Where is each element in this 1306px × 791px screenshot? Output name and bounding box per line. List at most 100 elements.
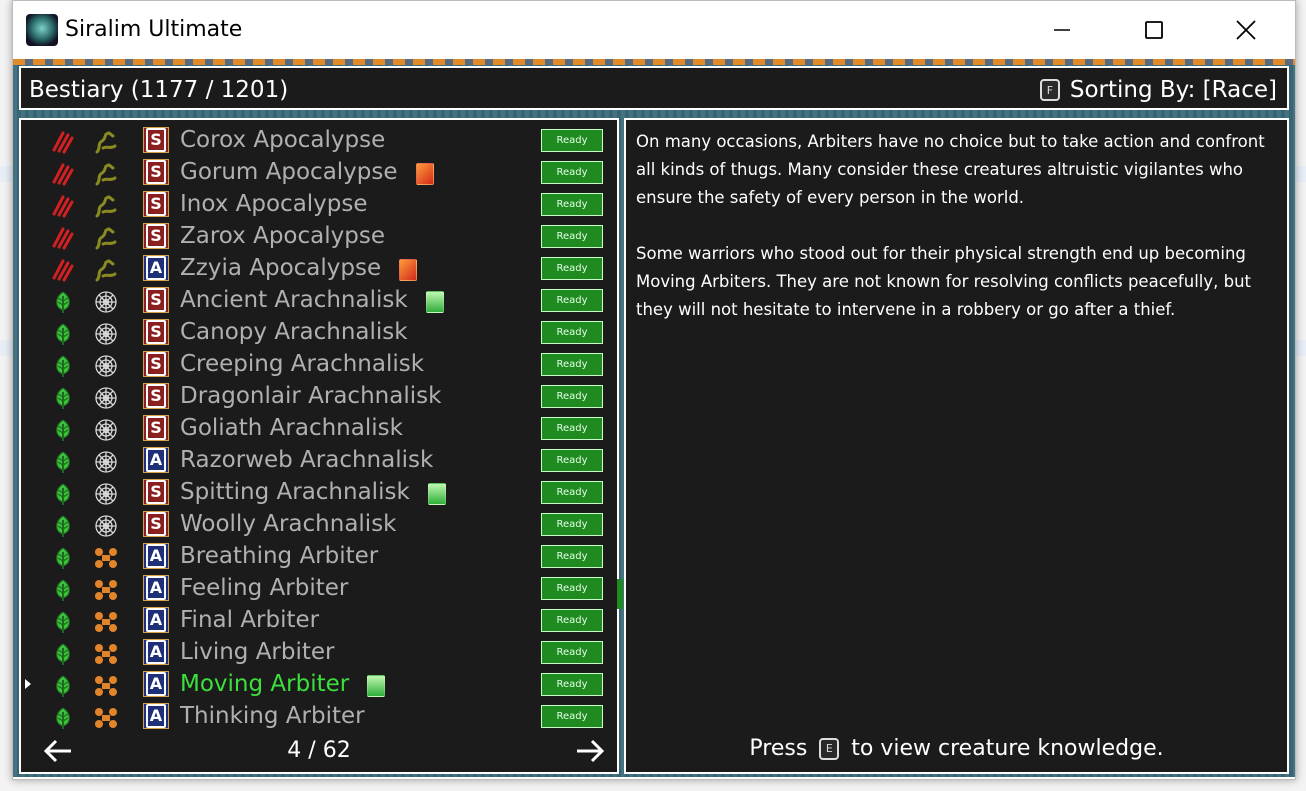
rank-letter: S [146,384,166,408]
minimize-button[interactable] [1016,1,1108,59]
creature-row[interactable]: S Ancient Arachnalisk Ready [21,285,617,317]
rank-letter: A [146,704,166,728]
creature-name: Breathing Arbiter [180,543,379,569]
claw-icon [51,194,75,218]
creature-row[interactable]: A Feeling Arbiter Ready [21,573,617,605]
creature-row[interactable]: A Razorweb Arachnalisk Ready [21,445,617,477]
bestiary-header: Bestiary (1177 / 1201) F Sorting By: [Ra… [19,66,1289,110]
upgrade-card-icon [428,483,446,505]
status-badge: Ready [541,257,603,280]
claw-icon [51,162,75,186]
key-f-icon: F [1039,79,1060,101]
leaf-icon [51,706,75,730]
rank-badge: A [143,447,169,473]
creature-row[interactable]: S Canopy Arachnalisk Ready [21,317,617,349]
rank-letter: A [146,448,166,472]
rank-letter: A [146,640,166,664]
sort-control[interactable]: F Sorting By: [Race] [1039,77,1277,103]
status-badge: Ready [541,417,603,440]
creature-row[interactable]: A Final Arbiter Ready [21,605,617,637]
selection-cursor-icon [25,679,31,689]
list-scrollbar[interactable] [617,579,623,609]
status-badge: Ready [541,385,603,408]
rank-letter: S [146,512,166,536]
creature-row[interactable]: S Gorum Apocalypse Ready [21,157,617,189]
rank-badge: S [143,511,169,537]
creature-name: Thinking Arbiter [180,703,365,729]
creature-name: Living Arbiter [180,639,335,665]
title-bar[interactable]: Siralim Ultimate [13,1,1295,59]
upgrade-card-icon [367,675,385,697]
spiderweb-icon [93,418,119,442]
spiderweb-icon [93,322,119,346]
creature-name: Final Arbiter [180,607,320,633]
creature-name: Gorum Apocalypse [180,159,398,185]
creature-name: Canopy Arachnalisk [180,319,408,345]
creature-row[interactable]: A Breathing Arbiter Ready [21,541,617,573]
pager: 4 / 62 [21,734,617,770]
upgrade-card-icon [426,291,444,313]
next-page-arrow-icon[interactable] [575,738,605,764]
spiderweb-icon [93,354,119,378]
rank-badge: S [143,287,169,313]
spiderweb-icon [93,482,119,506]
close-icon [1236,20,1256,40]
creature-name: Ancient Arachnalisk [180,287,408,313]
creature-row[interactable]: A Living Arbiter Ready [21,637,617,669]
status-badge: Ready [541,225,603,248]
game-window: Siralim Ultimate Bestiary (1177 / 1201) … [12,0,1296,780]
status-badge: Ready [541,321,603,344]
game-viewport: Bestiary (1177 / 1201) F Sorting By: [Ra… [13,59,1295,777]
creature-row[interactable]: S Corox Apocalypse Ready [21,125,617,157]
rank-letter: S [146,160,166,184]
rank-letter: S [146,416,166,440]
rank-letter: S [146,128,166,152]
leaf-icon [51,482,75,506]
spiderweb-icon [93,514,119,538]
rank-badge: S [143,223,169,249]
hint-action: to view creature knowledge. [851,736,1164,761]
creature-name: Zarox Apocalypse [180,223,385,249]
creature-row[interactable]: S Woolly Arachnalisk Ready [21,509,617,541]
status-badge: Ready [541,609,603,632]
status-badge: Ready [541,449,603,472]
creature-row[interactable]: A Moving Arbiter Ready [21,669,617,701]
rank-letter: S [146,192,166,216]
rank-badge: A [143,575,169,601]
description-paragraph: Some warriors who stood out for their ph… [636,244,1252,319]
creature-list-panel: S Corox Apocalypse Ready S Gorum Apocalypse R… [19,118,619,774]
creature-row[interactable]: S Spitting Arachnalisk Ready [21,477,617,509]
creature-row[interactable]: S Creeping Arachnalisk Ready [21,349,617,381]
creature-row[interactable]: A Thinking Arbiter Ready [21,701,617,733]
rank-badge: S [143,479,169,505]
status-badge: Ready [541,705,603,728]
spiderweb-icon [93,386,119,410]
artifact-card-icon [399,259,417,281]
status-badge: Ready [541,577,603,600]
status-badge: Ready [541,481,603,504]
leaf-icon [51,450,75,474]
creature-row[interactable]: S Zarox Apocalypse Ready [21,221,617,253]
leaf-icon [51,290,75,314]
spiderweb-icon [93,290,119,314]
creature-name: Inox Apocalypse [180,191,368,217]
status-badge: Ready [541,641,603,664]
creature-row[interactable]: S Inox Apocalypse Ready [21,189,617,221]
creature-name: Dragonlair Arachnalisk [180,383,442,409]
rank-letter: S [146,480,166,504]
window-title: Siralim Ultimate [65,17,243,42]
rank-badge: A [143,255,169,281]
creature-row[interactable]: S Dragonlair Arachnalisk Ready [21,381,617,413]
creature-row[interactable]: A Zzyia Apocalypse Ready [21,253,617,285]
minimize-icon [1054,29,1070,31]
maximize-button[interactable] [1108,1,1200,59]
artifact-card-icon [416,163,434,185]
serpent-icon [93,226,119,250]
creature-row[interactable]: S Goliath Arachnalisk Ready [21,413,617,445]
rank-letter: A [146,256,166,280]
description-panel: On many occasions, Arbiters have no choi… [624,118,1289,774]
arbiter-icon [93,578,119,602]
hint-press: Press [749,736,808,761]
arbiter-icon [93,674,119,698]
close-button[interactable] [1200,1,1292,59]
